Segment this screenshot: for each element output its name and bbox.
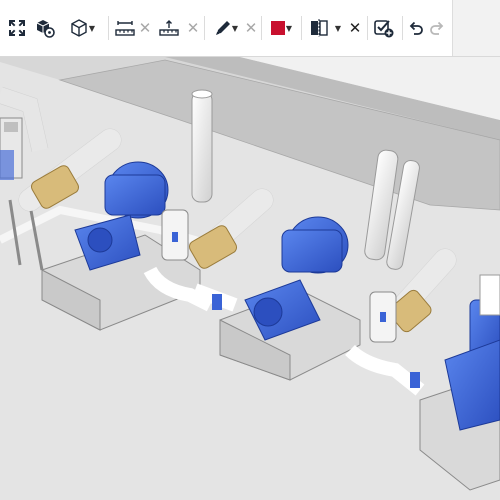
section-plane-button[interactable]: ▼ (306, 14, 344, 42)
view-cube-button[interactable]: ▼ (64, 14, 100, 42)
markup-pen-button[interactable]: ▼ (210, 14, 242, 42)
clear-x-icon: ✕ (244, 19, 258, 37)
redo-button[interactable] (428, 14, 446, 42)
toolbar-separator (108, 16, 109, 40)
measure-elevation-button[interactable] (158, 14, 180, 42)
clear-x-icon: ✕ (348, 19, 362, 37)
redo-icon (430, 21, 444, 35)
toolbar-separator (402, 16, 403, 40)
checklist-add-button[interactable] (372, 14, 396, 42)
3d-model-scene[interactable] (0, 57, 500, 500)
cube-outline-icon (71, 19, 87, 37)
toolbar-end-panel (452, 0, 500, 56)
toolbar-separator (367, 16, 368, 40)
fit-to-screen-icon (9, 20, 25, 36)
color-swatch-icon (270, 21, 285, 35)
measure-clear-button[interactable]: ✕ (138, 14, 152, 42)
chevron-down-icon: ▼ (231, 23, 239, 33)
color-picker-button[interactable]: ▼ (266, 14, 296, 42)
undo-button[interactable] (407, 14, 425, 42)
fit-view-button[interactable] (6, 14, 28, 42)
measure-distance-button[interactable] (114, 14, 136, 42)
undo-icon (409, 21, 423, 35)
chevron-down-icon: ▼ (334, 23, 342, 33)
toolbar-separator (204, 16, 205, 40)
section-plane-icon (310, 19, 328, 37)
markup-clear-button[interactable]: ✕ (244, 14, 258, 42)
section-clear-button[interactable]: ✕ (348, 14, 362, 42)
toolbar: ▼ ✕ ✕ ▼ ✕ ▼ ▼ ✕ (0, 0, 500, 57)
ruler-distance-icon (115, 21, 135, 36)
clear-x-icon: ✕ (186, 19, 200, 37)
chevron-down-icon: ▼ (88, 23, 96, 33)
cube-settings-icon (36, 20, 55, 38)
elevation-clear-button[interactable]: ✕ (186, 14, 200, 42)
checklist-add-icon (374, 20, 394, 38)
toolbar-separator (261, 16, 262, 40)
clear-x-icon: ✕ (138, 19, 152, 37)
toolbar-separator (301, 16, 302, 40)
3d-viewport[interactable] (0, 57, 500, 500)
chevron-down-icon: ▼ (285, 23, 293, 33)
ruler-elevation-icon (159, 20, 179, 36)
pen-icon (215, 21, 230, 35)
cube-settings-button[interactable] (34, 14, 56, 42)
